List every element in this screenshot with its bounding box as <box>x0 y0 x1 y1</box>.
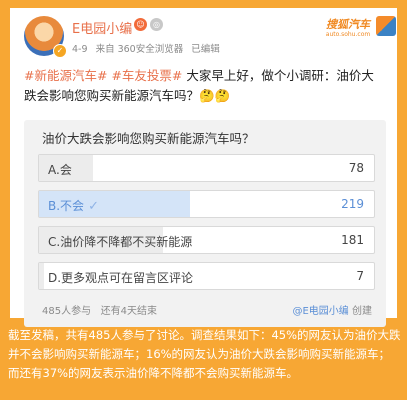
participant-count: 485人参与 <box>42 306 92 317</box>
option-count: 181 <box>341 233 364 247</box>
poll-footer: 485人参与 还有4天结束 @E电园小编 创建 <box>42 302 372 317</box>
sohu-logo-icon <box>376 16 396 36</box>
post-header: ✓ E电园小编 ☺ ◎ 4-9 来自 360安全浏览器 已编辑 搜狐汽车 aut… <box>10 8 397 66</box>
poll-author-link[interactable]: @E电园小编 <box>292 306 348 317</box>
hashtag-vote[interactable]: #车友投票# <box>111 68 182 83</box>
option-label: B.不会 <box>48 199 85 213</box>
caption-text: 截至发稿，共有485人参与了讨论。调查结果如下：45%的网友认为油价大跌并不会影… <box>8 328 401 380</box>
post-date[interactable]: 4-9 <box>72 44 88 55</box>
medal-icon: ◎ <box>150 18 163 31</box>
edited-label[interactable]: 已编辑 <box>191 44 220 55</box>
weibo-post-card: ✓ E电园小编 ☺ ◎ 4-9 来自 360安全浏览器 已编辑 搜狐汽车 aut… <box>10 8 397 327</box>
poll-question: 油价大跌会影响您购买新能源汽车吗？ <box>42 131 255 146</box>
option-label: C.油价降不降都不买新能源 <box>48 235 193 249</box>
post-text: #新能源汽车# #车友投票# 大家早上好，做个小调研：油价大跌会影响您购买新能源… <box>24 66 386 106</box>
option-count: 219 <box>341 197 364 211</box>
poll-option-b[interactable]: B.不会 ✓ 219 <box>38 190 375 218</box>
poll-bar-d <box>39 263 45 289</box>
sohu-auto-logo: 搜狐汽车 auto.sohu.com <box>322 16 374 40</box>
created-label: 创建 <box>352 306 372 317</box>
vip-icon: ☺ <box>134 18 147 31</box>
post-meta: 4-9 来自 360安全浏览器 已编辑 <box>72 41 225 55</box>
option-count: 7 <box>356 269 364 283</box>
username-link[interactable]: E电园小编 <box>72 18 132 37</box>
verified-badge-icon: ✓ <box>53 44 67 58</box>
option-label: D.更多观点可在留言区评论 <box>48 271 194 285</box>
poll-option-c[interactable]: C.油价降不降都不买新能源 181 <box>38 226 375 254</box>
time-remaining: 还有4天结束 <box>100 306 158 317</box>
user-badges: ☺ ◎ <box>134 18 163 31</box>
poll-card: 油价大跌会影响您购买新能源汽车吗？ A.会 78 B.不会 ✓ 219 C.油价降… <box>24 120 386 327</box>
logo-domain: auto.sohu.com <box>325 31 371 38</box>
option-count: 78 <box>348 161 364 175</box>
post-source: 来自 360安全浏览器 <box>95 44 184 55</box>
poll-option-d[interactable]: D.更多观点可在留言区评论 7 <box>38 262 375 290</box>
poll-option-a[interactable]: A.会 78 <box>38 154 375 182</box>
logo-brand: 搜狐汽车 <box>326 18 370 31</box>
check-icon: ✓ <box>88 199 99 214</box>
hashtag-new-energy[interactable]: #新能源汽车# <box>24 68 107 83</box>
option-label: A.会 <box>48 163 72 177</box>
